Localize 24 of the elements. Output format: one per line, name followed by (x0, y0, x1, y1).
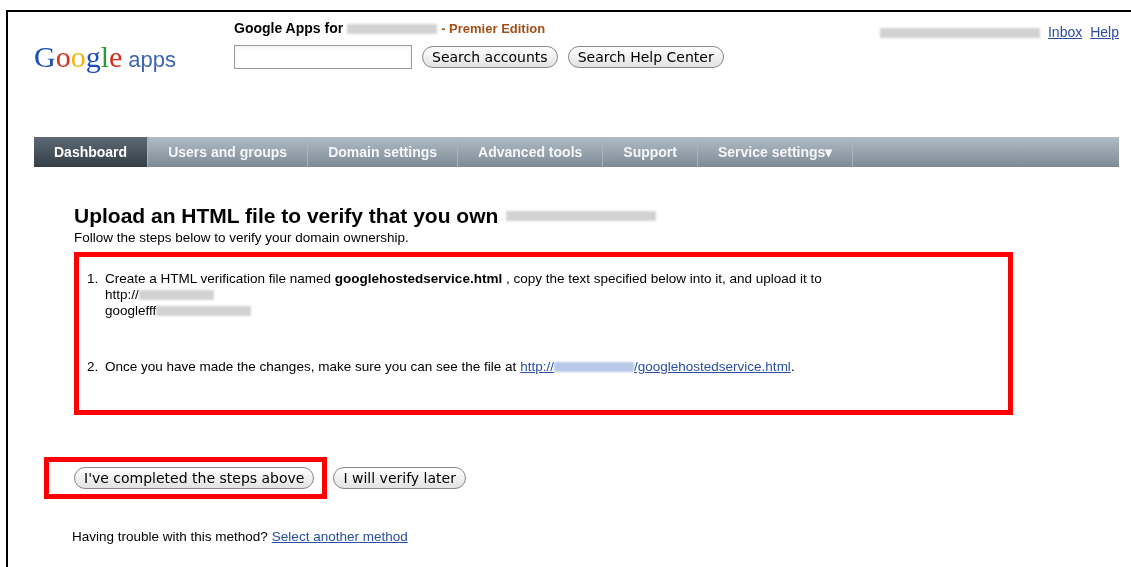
search-field[interactable] (234, 45, 412, 69)
step-number: 1. (87, 271, 100, 289)
search-button[interactable]: Search Help Center (567, 46, 724, 68)
google-apps-logo[interactable]: Google apps (34, 34, 234, 79)
step-text: Create a HTML verification file named googlehostedservice.html , copy the text specified below into it, and upload it to (105, 271, 822, 287)
page-heading: Upload an HTML file to verify that you own (74, 205, 499, 226)
action-button[interactable]: I will verify later (333, 467, 466, 490)
step-text: Once you have made the changes, make sure you can see the file at (105, 359, 517, 376)
help-text: Having trouble with this method? (72, 528, 268, 547)
header-link[interactable]: Help (1090, 22, 1119, 43)
header-link[interactable]: Inbox (1047, 22, 1083, 43)
action-button[interactable]: I've completed the steps above (74, 467, 315, 490)
nav-tab[interactable]: Dashboard (34, 137, 149, 167)
file-link[interactable]: /googlehostedservice.html (634, 359, 791, 376)
file-link[interactable]: http:// (520, 359, 555, 376)
step-detail: googlefff (105, 303, 157, 320)
step-text: . (790, 359, 795, 376)
step-detail: http:// (105, 287, 139, 304)
edition-label: - Premier Edition (441, 19, 546, 38)
subtitle: Follow the steps below to verify your domain ownership. (74, 229, 410, 247)
account-title: Google Apps for (234, 19, 344, 38)
search-button[interactable]: Search accounts (422, 46, 558, 68)
step-number: 2. (87, 359, 100, 376)
select-method-link[interactable]: Select another method (271, 527, 408, 548)
